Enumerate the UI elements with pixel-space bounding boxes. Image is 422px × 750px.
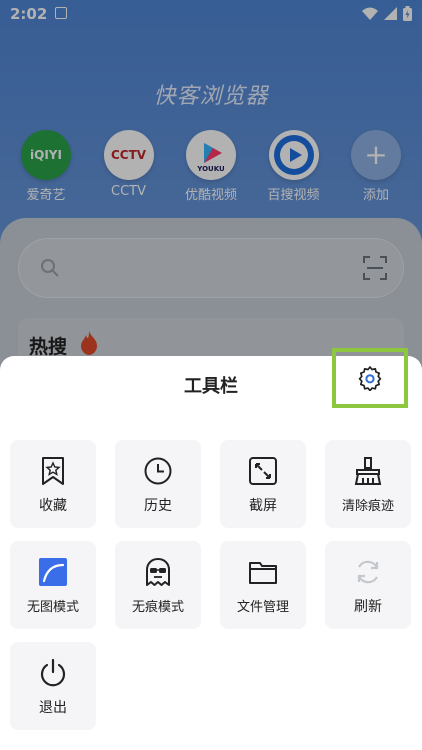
file-manager-button[interactable]: 文件管理	[220, 541, 306, 629]
bookmarks-button[interactable]: 收藏	[10, 440, 96, 528]
tile-label: 清除痕迹	[341, 499, 394, 514]
tile-label: 退出	[39, 700, 67, 716]
screenshot-button[interactable]: 截屏	[220, 440, 306, 528]
incognito-mode-button[interactable]: 无痕模式	[115, 541, 201, 629]
bookmark-icon	[42, 457, 64, 485]
power-icon	[40, 658, 66, 687]
tile-label: 历史	[144, 498, 172, 514]
gear-icon	[358, 366, 382, 391]
no-image-icon	[39, 558, 67, 586]
clock-icon	[144, 457, 172, 485]
exit-button[interactable]: 退出	[10, 642, 96, 730]
refresh-icon	[357, 560, 379, 584]
toolbar-sheet: 工具栏 收藏 历史 截屏 清除痕迹 无图模式 无痕模式 文件管理 刷新 退出	[0, 348, 422, 750]
screenshot-icon	[249, 457, 277, 485]
tile-label: 截屏	[249, 498, 277, 514]
tile-label: 收藏	[39, 498, 67, 514]
tile-label: 无图模式	[26, 600, 79, 615]
history-button[interactable]: 历史	[115, 440, 201, 528]
broom-icon	[354, 457, 382, 485]
tile-label: 文件管理	[236, 600, 289, 615]
clear-traces-button[interactable]: 清除痕迹	[325, 440, 411, 528]
tile-label: 刷新	[354, 599, 382, 615]
folder-icon	[249, 562, 277, 584]
ghost-icon	[146, 558, 170, 586]
settings-button[interactable]	[332, 348, 408, 408]
browser-home-screen: 2:02 快客浏览器 iQIYI 爱奇艺 CCTV CCTV YOUKU 优酷视…	[0, 0, 422, 750]
tile-label: 无痕模式	[131, 600, 184, 615]
refresh-button[interactable]: 刷新	[325, 541, 411, 629]
no-image-mode-button[interactable]: 无图模式	[10, 541, 96, 629]
